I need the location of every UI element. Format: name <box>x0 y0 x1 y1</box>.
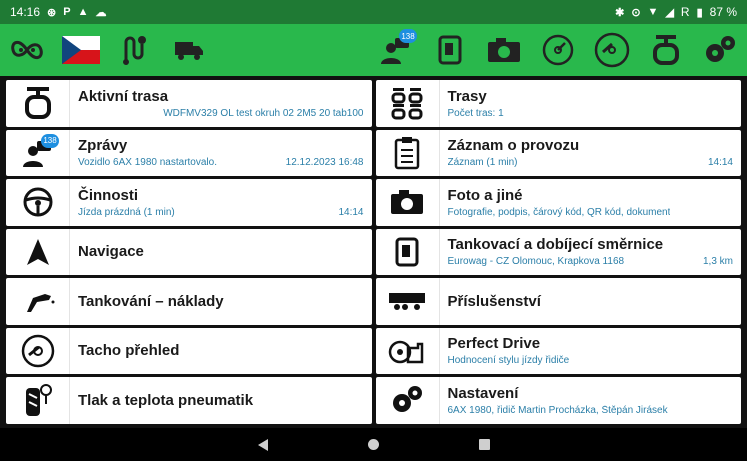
menu-item-refueling-costs[interactable]: Tankování – náklady <box>6 278 372 325</box>
menu-item-tacho-overview[interactable]: Tacho přehled <box>6 327 372 374</box>
item-distance: 1,3 km <box>702 256 733 268</box>
item-subtitle: Hodnocení stylu jízdy řidiče <box>447 355 570 367</box>
item-title: Tankovací a dobíjecí směrnice <box>447 236 664 254</box>
messages-icon: 138 <box>6 129 70 176</box>
item-title: Nastavení <box>447 384 519 402</box>
item-timestamp: 14:14 <box>707 157 733 169</box>
right-column: Trasy Počet tras: 1 Záznam o provozu Záz… <box>375 80 741 424</box>
perfect-drive-icon <box>376 327 440 374</box>
item-subtitle: Fotografie, podpis, čárový kód, QR kód, … <box>447 206 671 218</box>
navigation-arrow-icon <box>6 228 70 275</box>
system-nav-bar <box>0 428 747 461</box>
menu-item-routes[interactable]: Trasy Počet tras: 1 <box>375 80 741 127</box>
czech-flag-icon[interactable] <box>62 31 100 69</box>
item-subtitle: 6AX 1980, řidič Martin Procházka, Štěpán… <box>447 404 668 416</box>
menu-item-activities[interactable]: Činnosti Jízda prázdná (1 min) 14:14 <box>6 179 372 226</box>
item-title: Příslušenství <box>447 292 541 310</box>
parking-icon: P <box>63 6 71 18</box>
active-route-icon[interactable] <box>647 31 685 69</box>
item-title: Zprávy <box>78 137 128 155</box>
item-title: Foto a jiné <box>447 186 523 204</box>
top-toolbar: 138 <box>0 24 747 76</box>
menu-item-photo-other[interactable]: Foto a jiné Fotografie, podpis, čárový k… <box>375 179 741 226</box>
route-pins-icon[interactable] <box>116 31 154 69</box>
clipboard-icon <box>376 129 440 176</box>
item-subtitle: Vozidlo 6AX 1980 nastartovalo. <box>78 157 217 169</box>
item-title: Záznam o provozu <box>447 137 580 155</box>
trailer-icon <box>376 278 440 325</box>
item-subtitle: WDFMV329 OL test okruh 02 2M5 20 tab100 <box>163 107 364 119</box>
item-title: Trasy <box>447 87 487 105</box>
item-timestamp: 12.12.2023 16:48 <box>285 157 364 169</box>
status-bar: 14:16 ⊛ P ▲ ☁ ✱ ⊙ ▼ ◢ R ▮ 87 % <box>0 0 747 24</box>
menu-item-accessories[interactable]: Příslušenství <box>375 278 741 325</box>
speedometer-icon[interactable] <box>593 31 631 69</box>
fuel-pump-icon[interactable] <box>431 31 469 69</box>
menu-item-active-route[interactable]: Aktivní trasa WDFMV329 OL test okruh 02 … <box>6 80 372 127</box>
back-icon[interactable] <box>257 438 268 451</box>
settings-icon <box>376 377 440 424</box>
item-timestamp: 14:14 <box>338 206 364 218</box>
location-icon: ⊙ <box>631 6 641 19</box>
messages-badge: 138 <box>41 133 59 148</box>
wifi-icon: ▼ <box>647 6 659 18</box>
fuel-pump-icon <box>376 228 440 275</box>
left-column: Aktivní trasa WDFMV329 OL test okruh 02 … <box>6 80 372 424</box>
menu-item-navigation[interactable]: Navigace <box>6 228 372 275</box>
messages-badge: 138 <box>399 29 417 43</box>
cloud-upload-icon: ▲ <box>77 6 89 18</box>
fuel-nozzle-icon <box>6 278 70 325</box>
routes-icon <box>376 80 440 127</box>
signal-icon: ◢ <box>665 6 674 19</box>
main-menu: Aktivní trasa WDFMV329 OL test okruh 02 … <box>6 80 741 424</box>
item-title: Navigace <box>78 243 144 261</box>
network-label: R <box>680 5 690 19</box>
recent-apps-icon[interactable] <box>478 439 490 450</box>
battery-icon: ▮ <box>696 6 703 19</box>
camera-icon <box>376 179 440 226</box>
item-title: Činnosti <box>78 186 138 204</box>
tire-pressure-icon <box>6 377 70 424</box>
item-subtitle: Počet tras: 1 <box>447 107 504 119</box>
item-title: Tankování – náklady <box>78 292 224 310</box>
messages-icon[interactable]: 138 <box>377 29 417 69</box>
menu-item-settings[interactable]: Nastavení 6AX 1980, řidič Martin Procház… <box>375 377 741 424</box>
bluetooth-icon: ✱ <box>615 6 625 19</box>
active-route-icon <box>6 80 70 127</box>
item-title: Aktivní trasa <box>78 87 169 105</box>
item-title: Tacho přehled <box>78 342 180 360</box>
menu-item-tire-pressure[interactable]: Tlak a teplota pneumatik <box>6 377 372 424</box>
item-subtitle: Jízda prázdná (1 min) <box>78 206 175 218</box>
item-title: Perfect Drive <box>447 335 541 353</box>
menu-item-perfect-drive[interactable]: Perfect Drive Hodnocení stylu jízdy řidi… <box>375 327 741 374</box>
pretzel-icon[interactable] <box>8 31 46 69</box>
item-subtitle: Záznam (1 min) <box>447 157 518 169</box>
menu-item-operation-log[interactable]: Záznam o provozu Záznam (1 min) 14:14 <box>375 129 741 176</box>
camera-icon[interactable] <box>485 31 523 69</box>
truck-icon[interactable] <box>170 31 208 69</box>
menu-item-messages[interactable]: 138 Zprávy Vozidlo 6AX 1980 nastartovalo… <box>6 129 372 176</box>
tachograph-icon[interactable] <box>539 31 577 69</box>
menu-item-fuel-directive[interactable]: Tankovací a dobíjecí směrnice Eurowag - … <box>375 228 741 275</box>
home-icon[interactable] <box>367 439 379 450</box>
battery-level: 87 % <box>709 5 737 19</box>
item-title: Tlak a teplota pneumatik <box>78 391 254 409</box>
settings-icon[interactable] <box>701 31 739 69</box>
link-icon: ⊛ <box>47 6 57 19</box>
steering-wheel-icon <box>6 179 70 226</box>
status-time: 14:16 <box>10 5 41 19</box>
speedometer-icon <box>6 327 70 374</box>
cloud-icon: ☁ <box>95 6 107 19</box>
item-subtitle: Eurowag - CZ Olomouc, Krapkova 1168 <box>447 256 625 268</box>
